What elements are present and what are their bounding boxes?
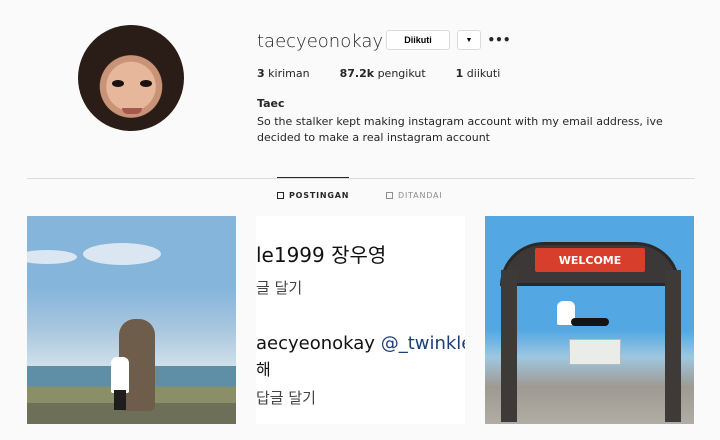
comment-text: le1999 장우영 [256, 243, 387, 267]
following-count[interactable]: 1 diikuti [456, 67, 501, 80]
followers-count-value: 87.2k [339, 67, 375, 80]
more-options-icon[interactable]: ••• [488, 30, 511, 50]
avatar-mouth [122, 108, 142, 114]
comment-handle: aecyeonokay [256, 333, 375, 354]
following-count-label: diikuti [466, 67, 501, 80]
post-thumbnail-comment-screenshot[interactable]: le1999 장우영 글 달기 aecyeonokay @_twinkle1 해… [256, 216, 465, 424]
chevron-down-icon[interactable]: ▼ [457, 30, 481, 50]
comment-text: aecyeonokay @_twinkle1 [256, 333, 465, 354]
tab-postingan-label: POSTINGAN [289, 191, 350, 200]
posts-count[interactable]: 3 kiriman [257, 67, 310, 80]
post-thumbnail-statue[interactable] [27, 216, 236, 424]
person-legs-image [114, 390, 126, 410]
cloud-image-part [83, 243, 161, 265]
tab-ditandai[interactable]: DITANDAI [386, 191, 443, 200]
following-button[interactable]: Diikuti [386, 30, 450, 50]
profile-username: taecyeonokay [257, 31, 384, 52]
comment-mention: @_twinkle1 [380, 333, 465, 354]
person-image [111, 357, 129, 393]
posts-count-label: kiriman [268, 67, 310, 80]
tab-postingan[interactable]: POSTINGAN [277, 177, 350, 200]
tab-ditandai-label: DITANDAI [398, 191, 443, 200]
jumping-legs-image [571, 318, 609, 326]
profile-stats: 3 kiriman 87.2k pengikut 1 diikuti [257, 67, 530, 80]
followers-count-label: pengikut [377, 67, 426, 80]
cloud-image-part [27, 250, 77, 264]
profile-avatar[interactable] [78, 25, 184, 131]
avatar-eye-right [140, 80, 152, 87]
posts-count-value: 3 [257, 67, 265, 80]
following-count-value: 1 [455, 67, 464, 80]
avatar-eye-left [112, 80, 124, 87]
reply-link-text: 답글 달기 [256, 389, 316, 407]
post-thumbnail-welcome-arch[interactable]: WELCOME [485, 216, 694, 424]
welcome-sign: WELCOME [535, 248, 645, 272]
tagged-icon [386, 192, 393, 199]
profile-bio: So the stalker kept making instagram acc… [257, 115, 663, 144]
grid-icon [277, 192, 284, 199]
reply-link-text: 글 달기 [256, 279, 303, 297]
profile-divider [27, 178, 695, 179]
comment-text: 해 [256, 360, 271, 379]
followers-count[interactable]: 87.2k pengikut [340, 67, 426, 80]
profile-full-name: Taec [257, 97, 285, 110]
building-image [569, 339, 621, 365]
arch-pillar-image [501, 270, 517, 422]
arch-pillar-image [665, 270, 681, 422]
